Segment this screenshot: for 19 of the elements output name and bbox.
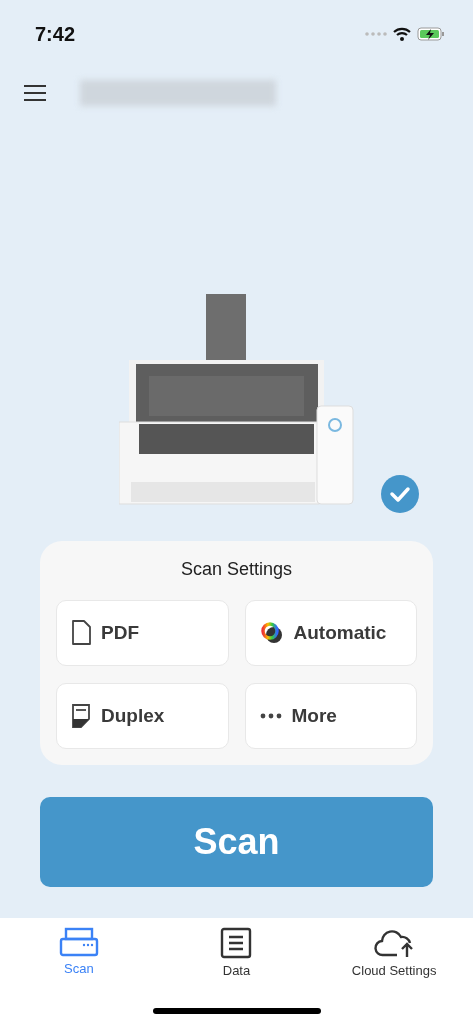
signal-icon	[365, 32, 387, 36]
scanner-icon	[58, 927, 99, 957]
document-icon	[71, 620, 91, 646]
tab[interactable]: Cloud Settings	[329, 926, 460, 979]
setting-button[interactable]: PDF	[56, 600, 229, 666]
tab[interactable]: Scan	[13, 926, 144, 979]
tab[interactable]: Data	[171, 926, 302, 979]
setting-button[interactable]: Automatic	[244, 600, 417, 666]
folded-page-icon	[71, 703, 91, 729]
setting-button[interactable]: Duplex	[56, 683, 229, 749]
battery-charging-icon	[417, 27, 445, 41]
document-list-icon	[220, 927, 253, 959]
menu-icon[interactable]	[24, 84, 46, 102]
card-title: Scan Settings	[180, 559, 293, 580]
color-ring-icon	[259, 621, 284, 645]
status-time: 7:42	[35, 22, 76, 46]
setting-button[interactable]: More	[244, 683, 417, 749]
ellipsis-icon	[259, 713, 282, 719]
wifi-icon	[393, 27, 411, 41]
